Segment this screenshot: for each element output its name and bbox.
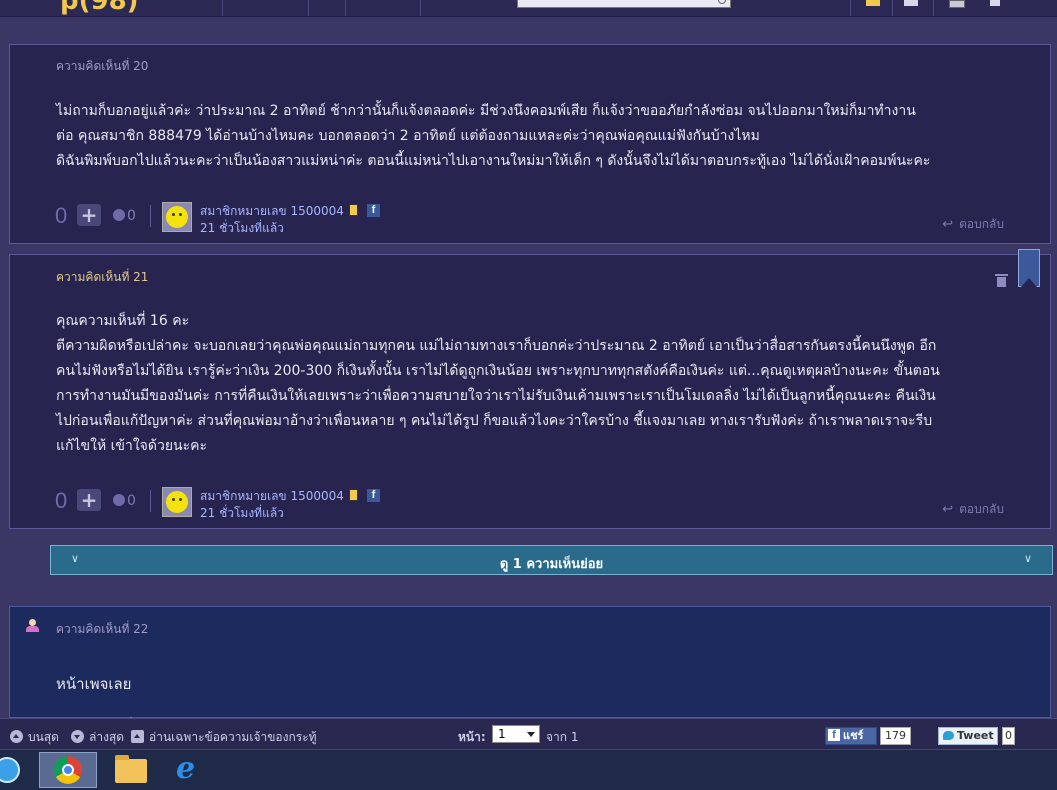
comment-card: ความคิดเห็นที่ 22 หน้าเพจเลย อนเพราะมีสื… <box>9 606 1051 737</box>
page-label: หน้า: <box>458 730 486 744</box>
comment-line: คนไม่ฟังหรือไม่ได้ยิน เรารู้ค่ะว่าเงิน 2… <box>56 363 940 379</box>
owner-only-button[interactable]: อ่านเฉพาะข้อความเจ้าของกระทู้ <box>131 728 317 747</box>
comment-body: คุณความเห็นที่ 16 คะ ตีความผิดหรือเปล่าค… <box>56 309 1004 459</box>
twitter-icon <box>943 731 954 740</box>
comment-line: ไม่ถามก็บอกอยู่แล้วค่ะ ว่าประมาณ 2 อาทิต… <box>56 103 916 119</box>
scroll-bottom-label: ล่างสุด <box>89 730 125 744</box>
tweet-label: Tweet <box>957 729 994 742</box>
emotion-button[interactable]: 0 <box>113 493 136 509</box>
internet-explorer-icon: e <box>176 751 196 786</box>
member-avatar-icon[interactable] <box>26 619 39 633</box>
taskbar-ie[interactable]: e <box>162 752 220 788</box>
view-sub-replies-button[interactable]: ∨ ดู 1 ความเห็นย่อย ∨ <box>50 545 1053 575</box>
taskbar-chrome[interactable] <box>39 752 97 788</box>
reply-label: ตอบกลับ <box>959 502 1004 516</box>
scroll-top-button[interactable]: บนสุด <box>10 728 59 747</box>
member-avatar[interactable] <box>162 487 192 517</box>
arrow-down-icon <box>71 730 84 743</box>
scroll-bottom-button[interactable]: ล่างสุด <box>71 728 124 747</box>
comment-line: ตีความผิดหรือเปล่าคะ จะบอกเลยว่าคุณพ่อคุ… <box>56 338 937 354</box>
message-icon[interactable] <box>904 0 918 6</box>
delete-icon[interactable] <box>995 274 1008 287</box>
comment-card: ความคิดเห็นที่ 20 ไม่ถามก็บอกอยู่แล้วค่ะ… <box>9 44 1051 244</box>
site-logo[interactable]: p(98) <box>60 0 139 16</box>
comment-time: 21 ชั่วโมงที่แล้ว <box>200 221 284 235</box>
windows-taskbar: e <box>0 749 1057 790</box>
comment-line: การทำงานมันมีของมันค่ะ การที่คืนเงินให้เ… <box>56 388 936 404</box>
bottom-toolbar: บนสุด ล่างสุด อ่านเฉพาะข้อความเจ้าของกระ… <box>0 718 1057 750</box>
plus-vote-button[interactable]: + <box>77 204 101 226</box>
comment-line: ต่อ คุณสมาชิก 888479 ได้อ่านบ้างไหมคะ บอ… <box>56 128 760 144</box>
menu-icon[interactable] <box>990 0 1000 6</box>
facebook-share-button[interactable]: f แชร์ <box>825 727 877 745</box>
phone-verified-icon <box>349 204 358 216</box>
tweet-button[interactable]: Tweet <box>938 727 998 745</box>
user-filter-icon <box>131 730 144 743</box>
phone-verified-icon <box>349 489 358 501</box>
reply-arrow-icon: ↩ <box>942 217 954 232</box>
facebook-icon[interactable]: f <box>367 204 380 217</box>
divider <box>150 205 151 227</box>
taskbar-explorer[interactable] <box>101 752 159 788</box>
smiley-icon <box>166 206 188 228</box>
header-divider <box>933 0 934 16</box>
comment-card: ความคิดเห็นที่ 21 คุณความเห็นที่ 16 คะ ต… <box>9 249 1051 529</box>
notification-icon[interactable] <box>866 0 880 6</box>
comment-time: 21 ชั่วโมงที่แล้ว <box>200 506 284 520</box>
chevron-down-icon: ∨ <box>1023 552 1032 565</box>
search-icon[interactable] <box>718 0 726 4</box>
site-header: p(98) <box>0 0 1057 17</box>
owner-only-label: อ่านเฉพาะข้อความเจ้าของกระทู้ <box>149 730 317 744</box>
header-divider <box>308 0 309 16</box>
facebook-icon[interactable]: f <box>367 489 380 502</box>
share-count: 179 <box>880 727 911 745</box>
comment-number: ความคิดเห็นที่ 22 <box>56 622 149 636</box>
facebook-icon: f <box>828 729 840 741</box>
chrome-icon <box>54 756 82 784</box>
member-avatar[interactable] <box>162 202 192 232</box>
share-label: แชร์ <box>843 729 864 742</box>
page-total: จาก 1 <box>546 730 579 744</box>
vote-count: 0 <box>55 203 68 228</box>
divider <box>150 490 151 512</box>
comment-body: ไม่ถามก็บอกอยู่แล้วค่ะ ว่าประมาณ 2 อาทิต… <box>56 99 1004 174</box>
comment-line: คุณความเห็นที่ 16 คะ <box>56 313 190 329</box>
search-input[interactable] <box>517 0 731 8</box>
smiley-icon <box>166 491 188 513</box>
vote-count: 0 <box>55 488 68 513</box>
header-divider <box>345 0 346 16</box>
comment-number: ความคิดเห็นที่ 20 <box>56 59 149 73</box>
emotion-count: 0 <box>127 493 136 509</box>
comment-number: ความคิดเห็นที่ 21 <box>56 270 149 284</box>
itunes-icon <box>0 757 20 783</box>
header-divider <box>892 0 893 16</box>
reply-label: ตอบกลับ <box>959 217 1004 231</box>
user-avatar[interactable] <box>949 0 965 8</box>
folder-icon <box>115 755 147 783</box>
header-divider <box>420 0 421 16</box>
sub-replies-label: ดู 1 ความเห็นย่อย <box>499 557 604 572</box>
emotion-icon <box>113 209 125 221</box>
emotion-button[interactable]: 0 <box>113 208 136 224</box>
emotion-icon <box>113 494 125 506</box>
comment-line: แก้ไขให้ เข้าใจด้วยนะคะ <box>56 438 208 454</box>
arrow-up-icon <box>10 730 23 743</box>
page-select[interactable]: 1 <box>492 725 540 743</box>
plus-vote-button[interactable]: + <box>77 489 101 511</box>
header-divider <box>222 0 223 16</box>
reply-button[interactable]: ↩ ตอบกลับ <box>942 500 1004 519</box>
reply-button[interactable]: ↩ ตอบกลับ <box>942 215 1004 234</box>
bookmark-icon[interactable] <box>1018 249 1040 287</box>
emotion-count: 0 <box>127 208 136 224</box>
scroll-top-label: บนสุด <box>28 730 59 744</box>
header-divider <box>850 0 851 16</box>
reply-arrow-icon: ↩ <box>942 502 954 517</box>
tweet-count: 0 <box>1002 727 1015 745</box>
comment-line: ดิฉันพิมพ์บอกไปแล้วนะคะว่าเป็นน้องสาวแม่… <box>56 153 931 169</box>
comment-line: หน้าเพจเลย <box>56 675 132 693</box>
comment-line: ไปก่อนเพื่อแก้ปัญหาค่ะ ส่วนที่คุณพ่อมาอ้… <box>56 413 933 429</box>
